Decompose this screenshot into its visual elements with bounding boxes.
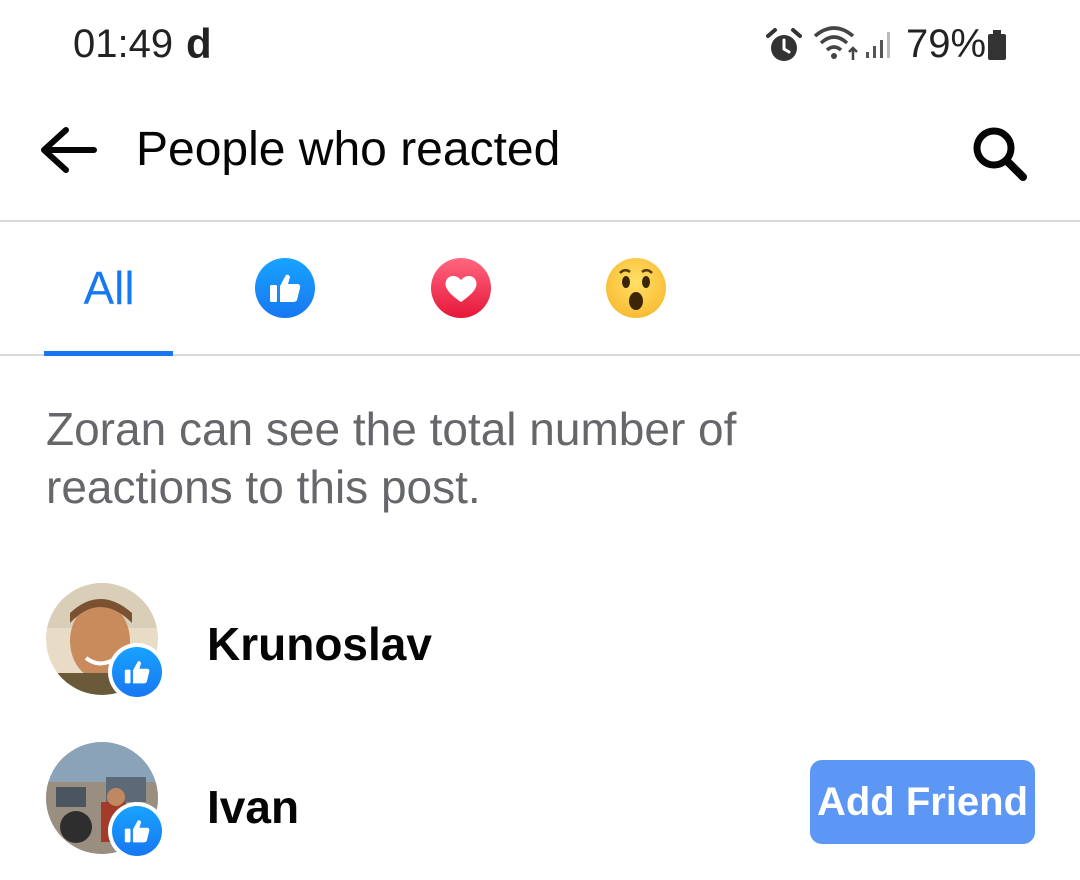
back-arrow-icon [41,127,97,173]
battery-icon [988,30,1006,60]
status-time: 01:49 [73,22,174,66]
wifi-icon [813,26,858,60]
avatar-with-reaction [46,583,166,703]
person-name[interactable]: Ivan [207,780,299,834]
like-icon [112,647,162,697]
add-friend-button[interactable]: Add Friend [810,760,1035,844]
tab-like[interactable] [250,222,320,354]
reactions-visibility-note: Zoran can see the total number of reacti… [46,403,737,513]
alarm-icon [766,28,802,61]
tab-wow[interactable] [601,222,671,354]
search-button[interactable] [966,120,1032,186]
carrier-icon: d [186,20,212,67]
app-header: People who reacted [0,90,1080,222]
tab-love[interactable] [426,222,496,354]
reaction-tabs: All [0,222,1080,356]
like-badge [108,802,166,860]
person-name[interactable]: Krunoslav [207,617,432,671]
list-item[interactable]: Ivan Add Friend [0,742,1080,872]
back-button[interactable] [36,118,100,182]
tab-all[interactable]: All [44,222,174,354]
like-reaction-icon [255,258,315,318]
status-bar: 01:49 d 79% [0,0,1080,90]
search-icon [973,127,1027,181]
like-icon [112,806,162,856]
list-item[interactable]: Krunoslav [0,583,1080,713]
battery-percent: 79% [906,22,987,66]
page-title: People who reacted [136,123,561,176]
like-badge [108,643,166,701]
tab-all-label: All [83,262,135,314]
signal-icon [866,32,890,58]
selected-tab-indicator [44,351,173,356]
wow-reaction-icon [606,258,666,318]
love-reaction-icon [431,258,491,318]
avatar-with-reaction [46,742,166,862]
